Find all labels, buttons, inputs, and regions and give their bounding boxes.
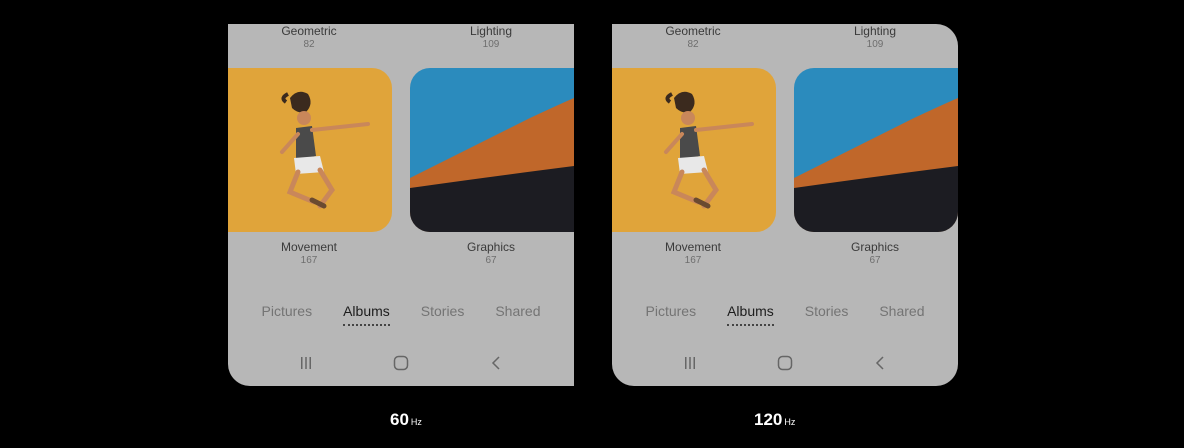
movement-thumbnail[interactable] [228, 68, 392, 232]
tab-albums[interactable]: Albums [343, 302, 390, 326]
album-geometric[interactable]: Geometric 82 [264, 24, 354, 52]
home-icon [393, 355, 409, 371]
graphics-thumbnail[interactable] [410, 68, 574, 232]
album-count: 109 [866, 39, 884, 50]
home-button[interactable] [770, 352, 800, 374]
recents-button[interactable] [675, 352, 705, 374]
album-name: Geometric [665, 24, 721, 38]
album-lighting[interactable]: Lighting 109 [830, 24, 920, 52]
back-icon [876, 356, 884, 370]
album-name: Movement [280, 240, 338, 254]
refresh-rate-120hz-label: 120 Hz [754, 410, 795, 430]
album-name: Graphics [466, 240, 516, 254]
album-geometric[interactable]: Geometric 82 [648, 24, 738, 52]
album-count: 67 [485, 255, 497, 266]
album-movement[interactable]: Movement 167 [648, 240, 738, 268]
album-graphics[interactable]: Graphics 67 [830, 240, 920, 268]
album-count: 167 [300, 255, 318, 266]
tab-shared[interactable]: Shared [495, 302, 540, 326]
home-icon [777, 355, 793, 371]
refresh-rate-value: 60 [390, 410, 409, 429]
phone-screen-60hz: Geometric 82 Lighting 109 Movement 167 G… [228, 24, 574, 386]
back-icon [492, 356, 500, 370]
back-button[interactable] [865, 352, 895, 374]
album-count: 167 [684, 255, 702, 266]
recents-icon [684, 357, 695, 369]
home-button[interactable] [386, 352, 416, 374]
album-movement[interactable]: Movement 167 [264, 240, 354, 268]
refresh-rate-60hz-label: 60 Hz [390, 410, 422, 430]
album-name: Lighting [469, 24, 513, 38]
gallery-tabs: Pictures Albums Stories Shared [612, 302, 958, 326]
graphics-thumbnail[interactable] [794, 68, 958, 232]
tab-pictures[interactable]: Pictures [262, 302, 313, 326]
album-count: 109 [482, 39, 500, 50]
refresh-rate-value: 120 [754, 410, 783, 429]
refresh-rate-unit: Hz [784, 417, 796, 427]
tab-pictures[interactable]: Pictures [646, 302, 697, 326]
album-graphics[interactable]: Graphics 67 [446, 240, 536, 268]
gallery-tabs: Pictures Albums Stories Shared [228, 302, 574, 326]
recents-icon [300, 357, 311, 369]
back-button[interactable] [481, 352, 511, 374]
tab-stories[interactable]: Stories [421, 302, 465, 326]
refresh-rate-unit: Hz [410, 417, 422, 427]
system-nav-bar [612, 350, 958, 376]
album-name: Geometric [281, 24, 337, 38]
album-name: Lighting [853, 24, 897, 38]
tab-albums[interactable]: Albums [727, 302, 774, 326]
system-nav-bar [228, 350, 574, 376]
movement-thumbnail[interactable] [612, 68, 776, 232]
tab-stories[interactable]: Stories [805, 302, 849, 326]
album-count: 67 [869, 255, 881, 266]
album-count: 82 [303, 39, 315, 50]
album-name: Movement [664, 240, 722, 254]
phone-screen-120hz: Geometric 82 Lighting 109 Movement 167 G… [612, 24, 958, 386]
album-count: 82 [687, 39, 699, 50]
recents-button[interactable] [291, 352, 321, 374]
tab-shared[interactable]: Shared [879, 302, 924, 326]
album-name: Graphics [850, 240, 900, 254]
album-lighting[interactable]: Lighting 109 [446, 24, 536, 52]
